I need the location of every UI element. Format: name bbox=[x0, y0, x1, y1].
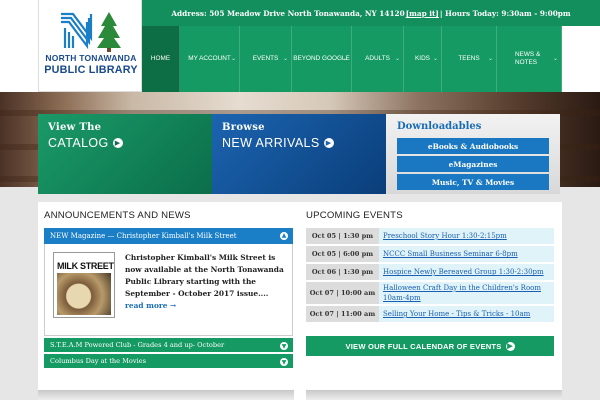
arrow-right-icon: ▶ bbox=[112, 138, 123, 148]
chevron-down-icon: ⌄ bbox=[342, 56, 348, 62]
nav-item-kids[interactable]: KIDS ⌄ bbox=[404, 26, 442, 92]
event-title-link[interactable]: Preschool Story Hour 1:30-2:15pm bbox=[379, 228, 554, 244]
nav-item-adults[interactable]: ADULTS ⌄ bbox=[352, 26, 404, 92]
nav-item-label: HOME bbox=[150, 55, 171, 63]
new-arrivals-panel-title: Browse bbox=[222, 122, 265, 133]
accordion-item-label: S.T.E.A.M Powered Club - Grades 4 and up… bbox=[50, 341, 225, 349]
nav-item-label: TEENS bbox=[458, 55, 480, 63]
nav-item-home[interactable]: HOME bbox=[142, 26, 180, 92]
event-date: Oct 05 | 1:30 pm bbox=[306, 228, 379, 244]
main-content: ANNOUNCEMENTS AND NEWS NEW Magazine — Ch… bbox=[38, 202, 562, 400]
full-calendar-button[interactable]: VIEW OUR FULL CALENDAR OF EVENTS ▶ bbox=[306, 336, 554, 356]
nav-item-label: KIDS bbox=[415, 55, 430, 63]
read-more-link[interactable]: read more → bbox=[125, 301, 176, 310]
announcements-title: ANNOUNCEMENTS AND NEWS bbox=[44, 210, 191, 221]
info-bar: Address: 505 Meadow Drive North Tonawand… bbox=[142, 0, 600, 26]
chevron-down-icon: ⌄ bbox=[487, 56, 493, 62]
map-it-link[interactable]: [map it] bbox=[406, 9, 439, 18]
accordion-body: MILK STREET Christopher Kimball's Milk S… bbox=[44, 244, 293, 336]
event-row: Oct 07 | 11:00 am Selling Your Home - Tip… bbox=[306, 306, 554, 324]
event-date: Oct 07 | 10:00 am bbox=[306, 282, 379, 304]
logo-big-text: PUBLIC LIBRARY bbox=[44, 64, 138, 76]
event-title-link[interactable]: NCCC Small Business Seminar 6-8pm bbox=[379, 246, 554, 262]
magazine-cover-image[interactable]: MILK STREET bbox=[53, 252, 115, 318]
new-arrivals-link[interactable]: NEW ARRIVALS ▶ bbox=[222, 136, 376, 150]
downloadables-panel: Downloadables eBooks & Audiobooks eMagaz… bbox=[386, 114, 560, 194]
upcoming-events-title: UPCOMING EVENTS bbox=[306, 210, 403, 221]
chevron-down-icon[interactable]: ▼ bbox=[280, 342, 288, 350]
chevron-down-icon: ⌄ bbox=[282, 56, 288, 62]
accordion-item-columbus-day[interactable]: Columbus Day at the Movies ▼ bbox=[44, 352, 293, 368]
chevron-down-icon[interactable]: ▼ bbox=[280, 358, 288, 366]
new-arrivals-panel[interactable]: Browse NEW ARRIVALS ▶ bbox=[212, 114, 386, 194]
footer-strip bbox=[306, 390, 562, 400]
footer-strip bbox=[38, 390, 294, 400]
event-row: Oct 06 | 1:30 pm Hospice Newly Bereaved G… bbox=[306, 264, 554, 282]
chevron-down-icon: ⌄ bbox=[552, 56, 558, 62]
nav-spacer bbox=[562, 26, 600, 92]
nav-item-label: ADULTS bbox=[365, 55, 390, 63]
event-date: Oct 06 | 1:30 pm bbox=[306, 264, 379, 280]
nav-item-events[interactable]: EVENTS ⌄ bbox=[240, 26, 292, 92]
address-text: Address: 505 Meadow Drive North Tonawand… bbox=[171, 8, 405, 18]
magazine-cover-title: MILK STREET bbox=[57, 261, 114, 271]
chevron-down-icon: ⌄ bbox=[432, 56, 438, 62]
events-list: Oct 05 | 1:30 pm Preschool Story Hour 1:3… bbox=[306, 228, 554, 324]
hours-text: | Hours Today: 9:30am - 9:00pm bbox=[439, 8, 571, 18]
event-row: Oct 05 | 1:30 pm Preschool Story Hour 1:3… bbox=[306, 228, 554, 246]
announcement-body: Christopher Kimball's Milk Street is now… bbox=[125, 253, 284, 298]
event-row: Oct 07 | 10:00 am Halloween Craft Day in … bbox=[306, 282, 554, 306]
event-title-link[interactable]: Halloween Craft Day in the Children's Ro… bbox=[379, 282, 554, 304]
arrow-right-icon: ▶ bbox=[323, 138, 334, 148]
event-title-link[interactable]: Hospice Newly Bereaved Group 1:30-2:30pm bbox=[379, 264, 554, 280]
library-logo[interactable]: NORTH TONAWANDA PUBLIC LIBRARY bbox=[38, 0, 142, 92]
nav-item-label: MY ACCOUNT bbox=[188, 55, 231, 63]
magazine-photo bbox=[57, 273, 111, 315]
catalog-label: CATALOG bbox=[48, 136, 109, 150]
accordion-item-label: Columbus Day at the Movies bbox=[50, 357, 147, 365]
downloadables-title: Downloadables bbox=[397, 121, 482, 132]
nav-item-label: NEWS & NOTES bbox=[515, 51, 541, 66]
accordion-item-steam[interactable]: S.T.E.A.M Powered Club - Grades 4 and up… bbox=[44, 336, 293, 352]
logo-mark-icon bbox=[61, 12, 121, 52]
full-calendar-label: VIEW OUR FULL CALENDAR OF EVENTS bbox=[345, 341, 502, 351]
accordion-item-milk-street[interactable]: NEW Magazine — Christopher Kimball's Mil… bbox=[44, 228, 293, 244]
catalog-panel-title: View The bbox=[48, 122, 102, 133]
announcements-accordion: NEW Magazine — Christopher Kimball's Mil… bbox=[44, 228, 293, 368]
nav-item-label: BEYOND GOOGLE bbox=[293, 55, 350, 63]
arrow-right-icon: ▶ bbox=[505, 341, 515, 351]
chevron-down-icon: ⌄ bbox=[394, 56, 400, 62]
header: NORTH TONAWANDA PUBLIC LIBRARY Address: … bbox=[0, 0, 600, 92]
main-nav: HOME MY ACCOUNT ⌄ EVENTS ⌄ BEYOND GOOGLE ⌄ ADUL… bbox=[142, 26, 562, 92]
logo-small-text: NORTH TONAWANDA bbox=[45, 53, 137, 63]
accordion-item-label: NEW Magazine — Christopher Kimball's Mil… bbox=[50, 232, 237, 240]
announcement-text: Christopher Kimball's Milk Street is now… bbox=[125, 252, 287, 312]
catalog-link[interactable]: CATALOG ▶ bbox=[48, 136, 202, 150]
nav-item-teens[interactable]: TEENS ⌄ bbox=[442, 26, 497, 92]
ebooks-button[interactable]: eBooks & Audiobooks bbox=[397, 138, 549, 154]
event-row: Oct 05 | 6:00 pm NCCC Small Business Semi… bbox=[306, 246, 554, 264]
nav-item-label: EVENTS bbox=[252, 55, 279, 63]
event-date: Oct 07 | 11:00 am bbox=[306, 306, 379, 322]
chevron-down-icon: ⌄ bbox=[230, 56, 236, 62]
chevron-up-icon[interactable]: ▲ bbox=[280, 232, 288, 240]
nav-item-beyond-google[interactable]: BEYOND GOOGLE ⌄ bbox=[292, 26, 352, 92]
event-title-link[interactable]: Selling Your Home - Tips & Tricks - 10am bbox=[379, 306, 554, 322]
emagazines-button[interactable]: eMagazines bbox=[397, 156, 549, 172]
nav-item-news-notes[interactable]: NEWS & NOTES ⌄ bbox=[497, 26, 562, 92]
event-date: Oct 05 | 6:00 pm bbox=[306, 246, 379, 262]
catalog-panel[interactable]: View The CATALOG ▶ bbox=[38, 114, 212, 194]
music-tv-movies-button[interactable]: Music, TV & Movies bbox=[397, 174, 549, 190]
new-arrivals-label: NEW ARRIVALS bbox=[222, 136, 320, 150]
nav-item-my-account[interactable]: MY ACCOUNT ⌄ bbox=[180, 26, 240, 92]
